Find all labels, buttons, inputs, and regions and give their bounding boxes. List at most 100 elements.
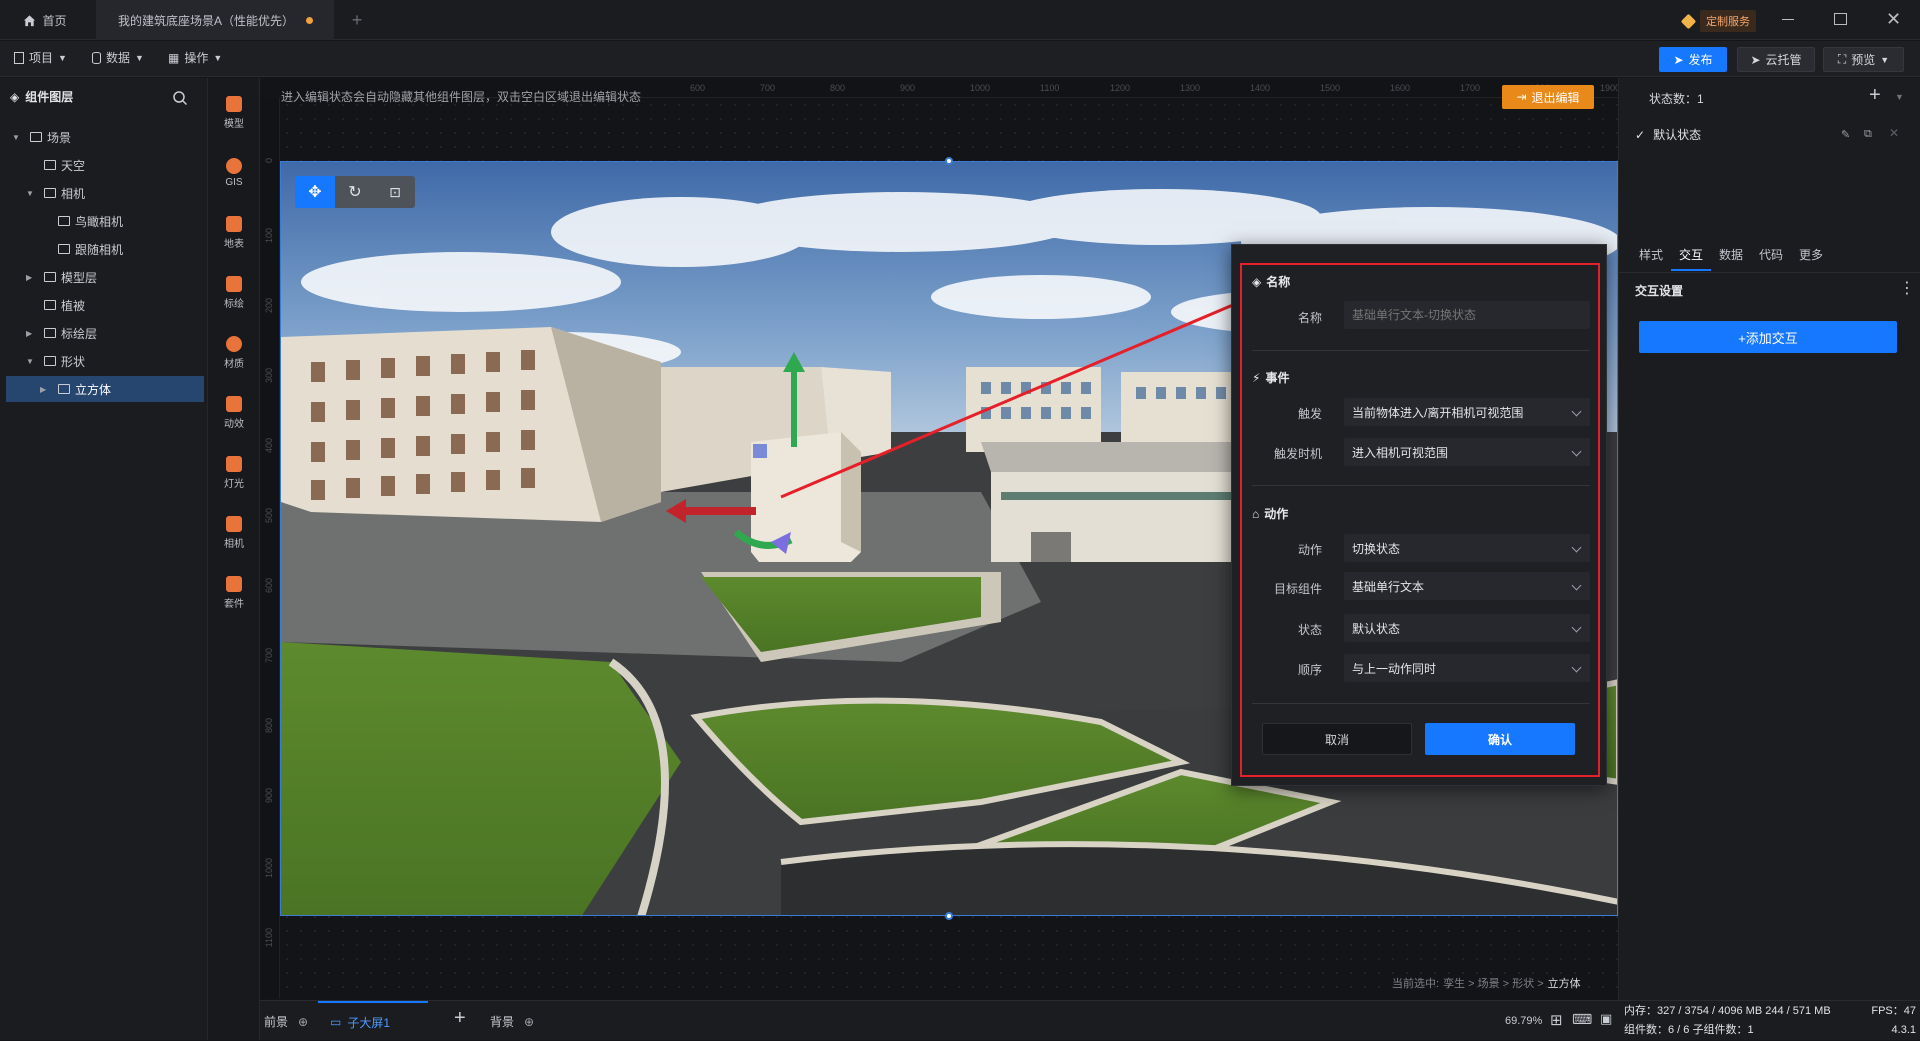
target-select[interactable]: 基础单行文本 bbox=[1344, 572, 1590, 600]
state-select[interactable]: 默认状态 bbox=[1344, 614, 1590, 642]
keyboard-icon[interactable]: ⌨ bbox=[1572, 1011, 1592, 1028]
folder-icon bbox=[44, 356, 56, 366]
tool-material[interactable]: 材质 bbox=[208, 328, 260, 378]
cloud-host-label: 云托管 bbox=[1765, 53, 1802, 67]
cancel-button[interactable]: 取消 bbox=[1262, 723, 1412, 755]
fit-screen-icon[interactable]: ⊞ bbox=[1550, 1011, 1563, 1029]
props-tab[interactable]: 更多 bbox=[1799, 246, 1823, 263]
console-icon[interactable]: ▣ bbox=[1600, 1011, 1612, 1027]
tool-label: GIS bbox=[225, 177, 243, 188]
copy-icon[interactable]: ⧉ bbox=[1864, 128, 1872, 141]
maximize-icon[interactable] bbox=[1834, 13, 1847, 25]
edit-icon[interactable]: ✎ bbox=[1841, 128, 1850, 141]
preview-button[interactable]: ⛶ 预览 ▼ bbox=[1823, 47, 1904, 72]
add-interaction-button[interactable]: +添加交互 bbox=[1639, 321, 1897, 353]
publish-button[interactable]: ➤ 发布 bbox=[1659, 47, 1727, 72]
add-circle-icon[interactable]: ⊕ bbox=[298, 1015, 308, 1029]
send-icon: ➤ bbox=[1673, 52, 1684, 67]
publish-label: 发布 bbox=[1688, 53, 1713, 67]
layer-item-label: 标绘层 bbox=[61, 326, 98, 341]
tool-model[interactable]: 模型 bbox=[208, 88, 260, 138]
tool-label: 标绘 bbox=[224, 299, 244, 310]
chevron-down-icon[interactable]: ▼ bbox=[1895, 92, 1904, 102]
layer-item[interactable]: 天空 bbox=[0, 152, 204, 178]
tab-document[interactable]: 我的建筑底座场景A（性能优先） bbox=[96, 0, 334, 40]
menu-operate-label: 操作 bbox=[184, 51, 209, 65]
chevron-down-icon[interactable]: ▼ bbox=[12, 133, 26, 142]
tab-sub-screen[interactable]: ▭ 子大屏1 bbox=[318, 1001, 428, 1041]
layer-item[interactable]: ▼ 相机 bbox=[0, 180, 204, 206]
props-tab[interactable]: 代码 bbox=[1759, 246, 1783, 263]
chevron-right-icon[interactable]: ▶ bbox=[40, 385, 54, 394]
close-icon[interactable]: ✕ bbox=[1886, 8, 1901, 30]
trigger-select[interactable]: 当前物体进入/离开相机可视范围 bbox=[1344, 398, 1590, 426]
search-icon[interactable] bbox=[172, 90, 188, 106]
chevron-right-icon[interactable]: ▶ bbox=[26, 273, 40, 282]
zoom-level[interactable]: 69.79% bbox=[1505, 1015, 1542, 1027]
layer-item-label: 形状 bbox=[61, 354, 86, 369]
order-value: 与上一动作同时 bbox=[1352, 661, 1437, 676]
camera-icon bbox=[226, 516, 242, 532]
chevron-down-icon[interactable]: ▼ bbox=[26, 189, 40, 198]
layer-item[interactable]: ▼ 形状 bbox=[0, 348, 204, 374]
more-vertical-icon[interactable]: ⋮ bbox=[1899, 278, 1915, 298]
tool-terrain[interactable]: 地表 bbox=[208, 208, 260, 258]
minimize-icon[interactable] bbox=[1782, 12, 1796, 26]
chevron-down-icon[interactable]: ▼ bbox=[26, 357, 40, 366]
layer-item[interactable]: ▼ 场景 bbox=[0, 124, 204, 150]
selection-handle-bottom[interactable] bbox=[945, 912, 953, 920]
menu-operate[interactable]: ▦ 操作 ▼ bbox=[168, 49, 222, 66]
layer-item[interactable]: 植被 bbox=[0, 292, 204, 318]
target-value: 基础单行文本 bbox=[1352, 579, 1425, 594]
breadcrumb-path[interactable]: 孪生 > 场景 > 形状 > bbox=[1443, 975, 1544, 991]
cloud-host-button[interactable]: ➤ 云托管 bbox=[1737, 47, 1815, 72]
props-tab[interactable]: 数据 bbox=[1719, 246, 1743, 263]
layer-item[interactable]: 跟随相机 bbox=[0, 236, 204, 262]
folder-icon bbox=[44, 160, 56, 170]
tool-light[interactable]: 灯光 bbox=[208, 448, 260, 498]
folder-icon bbox=[44, 300, 56, 310]
grid-icon: ▦ bbox=[168, 50, 180, 65]
tab-front[interactable]: 前景 ⊕ bbox=[264, 1013, 308, 1030]
confirm-button[interactable]: 确认 bbox=[1425, 723, 1575, 755]
add-state-icon[interactable]: + bbox=[1869, 84, 1881, 107]
chevron-right-icon[interactable]: ▶ bbox=[26, 329, 40, 338]
layer-item[interactable]: 鸟瞰相机 bbox=[0, 208, 204, 234]
menu-project[interactable]: 项目 ▼ bbox=[14, 49, 67, 66]
tab-home[interactable]: 首页 bbox=[0, 0, 90, 40]
add-screen-button[interactable]: + bbox=[454, 1007, 466, 1030]
tool-gis[interactable]: GIS bbox=[208, 148, 260, 198]
action-select[interactable]: 切换状态 bbox=[1344, 534, 1590, 562]
exit-edit-button[interactable]: ⇥ 退出编辑 bbox=[1502, 85, 1594, 109]
custom-service-button[interactable]: 定制服务 bbox=[1680, 10, 1756, 32]
breadcrumb-current: 立方体 bbox=[1547, 978, 1581, 990]
new-tab-button[interactable]: + bbox=[340, 0, 374, 40]
props-tab[interactable]: 样式 bbox=[1639, 246, 1663, 263]
tool-effect[interactable]: 动效 bbox=[208, 388, 260, 438]
order-select[interactable]: 与上一动作同时 bbox=[1344, 654, 1590, 682]
selection-handle-top[interactable] bbox=[945, 157, 953, 165]
layer-item[interactable]: ▶ 模型层 bbox=[0, 264, 204, 290]
tool-marker[interactable]: 标绘 bbox=[208, 268, 260, 318]
timing-select[interactable]: 进入相机可视范围 bbox=[1344, 438, 1590, 466]
tab-back[interactable]: 背景 ⊕ bbox=[490, 1013, 534, 1030]
trigger-value: 当前物体进入/离开相机可视范围 bbox=[1352, 405, 1524, 420]
rotate-icon[interactable]: ↻ bbox=[335, 176, 375, 208]
layer-item[interactable]: ▶ 立方体 bbox=[6, 376, 204, 402]
state-value: 默认状态 bbox=[1352, 621, 1401, 636]
add-circle-icon[interactable]: ⊕ bbox=[524, 1015, 534, 1029]
tool-label: 地表 bbox=[224, 239, 244, 250]
tool-kit[interactable]: 套件 bbox=[208, 568, 260, 618]
delete-icon[interactable]: ✕ bbox=[1889, 126, 1899, 140]
ruler-tick-label: 1200 bbox=[1110, 83, 1131, 93]
default-state-row[interactable]: ✓ 默认状态 bbox=[1635, 126, 1701, 143]
fps-value: FPS：47 bbox=[1871, 1005, 1916, 1017]
scale-icon[interactable]: ⊡ bbox=[375, 176, 415, 208]
tool-camera[interactable]: 相机 bbox=[208, 508, 260, 558]
name-input[interactable] bbox=[1344, 301, 1590, 329]
tool-label: 套件 bbox=[224, 599, 244, 610]
move-icon[interactable]: ✥ bbox=[295, 176, 335, 208]
props-tab[interactable]: 交互 bbox=[1679, 246, 1703, 263]
layer-item[interactable]: ▶ 标绘层 bbox=[0, 320, 204, 346]
menu-data[interactable]: 数据 ▼ bbox=[92, 49, 144, 66]
